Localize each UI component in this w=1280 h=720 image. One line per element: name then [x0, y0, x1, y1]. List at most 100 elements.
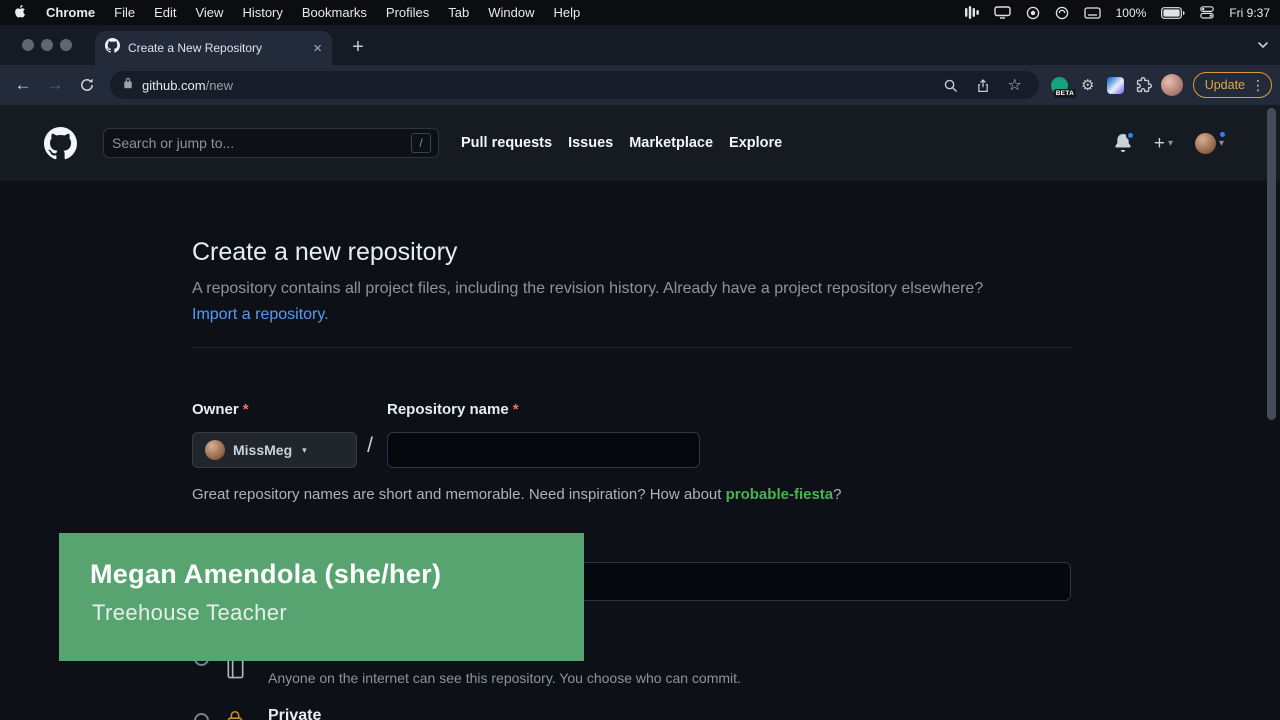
reload-button[interactable]	[72, 70, 102, 100]
keyboard-icon[interactable]	[1084, 7, 1101, 19]
hint-suffix: ?	[833, 486, 841, 503]
lock-icon	[224, 709, 246, 720]
menubar-clock[interactable]: Fri 9:37	[1229, 6, 1270, 20]
speaker-role: Treehouse Teacher	[92, 600, 287, 626]
github-header-actions: + ▾ ▾	[1114, 133, 1224, 154]
update-label: Update	[1205, 78, 1245, 92]
apple-logo-icon[interactable]	[14, 4, 27, 22]
menubar-item-tab[interactable]: Tab	[448, 5, 469, 20]
browser-tab-strip: Create a New Repository × +	[0, 25, 1280, 65]
menubar-item-window[interactable]: Window	[488, 5, 534, 20]
window-close-button[interactable]	[22, 39, 34, 51]
hint-text: Great repository names are short and mem…	[192, 486, 726, 503]
profile-avatar-image	[1161, 74, 1183, 96]
search-shortcut-key: /	[411, 133, 431, 153]
required-asterisk: *	[513, 401, 519, 418]
github-nav: Pull requests Issues Marketplace Explore	[461, 135, 782, 151]
tab-title: Create a New Repository	[128, 41, 305, 55]
url-path: /new	[206, 78, 233, 93]
back-button[interactable]: ←	[8, 70, 38, 100]
nav-explore[interactable]: Explore	[729, 135, 782, 151]
chrome-update-button[interactable]: Update ⋮	[1193, 72, 1272, 98]
battery-percentage: 100%	[1116, 6, 1147, 20]
owner-label: Owner*	[192, 401, 249, 418]
github-search-input[interactable]	[112, 135, 430, 151]
status-circle-icon[interactable]	[1055, 6, 1069, 20]
speaker-caption-overlay: Megan Amendola (she/her) Treehouse Teach…	[59, 533, 584, 661]
private-radio[interactable]	[194, 713, 209, 720]
path-separator: /	[358, 434, 382, 458]
extensions-puzzle-icon[interactable]	[1131, 71, 1157, 99]
padlock-icon[interactable]	[122, 76, 134, 95]
menubar-item-file[interactable]: File	[114, 5, 135, 20]
extension-colorful-icon[interactable]	[1103, 71, 1129, 99]
github-search-box[interactable]: /	[103, 128, 439, 158]
menubar-item-history[interactable]: History	[242, 5, 282, 20]
window-zoom-button[interactable]	[60, 39, 72, 51]
avatar-notification-dot	[1218, 130, 1227, 139]
control-center-icon[interactable]	[1200, 6, 1214, 19]
browser-profile-avatar[interactable]	[1159, 71, 1185, 99]
menubar-menus: Chrome File Edit View History Bookmarks …	[14, 4, 580, 22]
window-minimize-button[interactable]	[41, 39, 53, 51]
import-repository-link[interactable]: Import a repository.	[192, 306, 329, 323]
menubar-app-name[interactable]: Chrome	[46, 5, 95, 20]
menubar-status-area: 100% Fri 9:37	[965, 6, 1270, 20]
user-menu-button[interactable]: ▾	[1195, 133, 1224, 154]
github-header: / Pull requests Issues Marketplace Explo…	[0, 105, 1280, 181]
public-description: Anyone on the internet can see this repo…	[268, 670, 741, 686]
forward-button[interactable]: →	[40, 70, 70, 100]
page-title: Create a new repository	[192, 238, 457, 267]
repo-book-icon	[224, 657, 247, 685]
page-scrollbar-thumb[interactable]	[1267, 108, 1276, 420]
menubar-item-view[interactable]: View	[195, 5, 223, 20]
url-text: github.com/new	[142, 78, 233, 93]
browser-toolbar: ← → github.com/new ☆ BETA ⚙ Update ⋮	[0, 65, 1280, 105]
beta-badge: BETA	[1054, 89, 1076, 98]
share-icon[interactable]	[971, 73, 995, 97]
owner-label-text: Owner	[192, 401, 239, 418]
menubar-item-profiles[interactable]: Profiles	[386, 5, 429, 20]
nav-issues[interactable]: Issues	[568, 135, 613, 151]
battery-icon[interactable]	[1161, 7, 1185, 19]
menubar-item-help[interactable]: Help	[554, 5, 581, 20]
new-tab-button[interactable]: +	[344, 33, 372, 61]
divider	[192, 347, 1072, 348]
github-logo-icon[interactable]	[44, 127, 77, 160]
browser-menu-kebab-icon[interactable]: ⋮	[1251, 77, 1265, 94]
bookmark-star-icon[interactable]: ☆	[1003, 73, 1027, 97]
address-bar[interactable]: github.com/new ☆	[110, 71, 1039, 99]
user-avatar	[1195, 133, 1216, 154]
suggested-name-link[interactable]: probable-fiesta	[726, 486, 834, 503]
github-favicon	[105, 38, 120, 58]
zoom-icon[interactable]	[939, 73, 963, 97]
intro-text: A repository contains all project files,…	[192, 280, 983, 297]
window-manager-icon[interactable]	[965, 6, 979, 19]
extension-gear-icon[interactable]: ⚙	[1075, 71, 1101, 99]
repository-name-label-text: Repository name	[387, 401, 509, 418]
notification-dot	[1126, 131, 1135, 140]
window-controls	[22, 39, 72, 51]
url-domain: github.com	[142, 78, 206, 93]
speaker-name: Megan Amendola (she/her)	[90, 559, 441, 590]
private-visibility-option[interactable]: Private	[192, 705, 1072, 720]
repository-name-input[interactable]	[387, 432, 700, 468]
browser-tab[interactable]: Create a New Repository ×	[95, 31, 332, 65]
screen-record-icon[interactable]	[1026, 6, 1040, 20]
owner-select-button[interactable]: MissMeg ▾	[192, 432, 357, 468]
repository-name-label: Repository name*	[387, 401, 519, 418]
create-new-button[interactable]: + ▾	[1154, 134, 1173, 153]
intro-paragraph: A repository contains all project files,…	[192, 276, 1024, 328]
display-icon[interactable]	[994, 6, 1011, 19]
notifications-button[interactable]	[1114, 134, 1132, 152]
nav-pull-requests[interactable]: Pull requests	[461, 135, 552, 151]
macos-menubar: Chrome File Edit View History Bookmarks …	[0, 0, 1280, 25]
name-suggestion-hint: Great repository names are short and mem…	[192, 486, 841, 503]
menubar-item-bookmarks[interactable]: Bookmarks	[302, 5, 367, 20]
tab-search-chevron-icon[interactable]	[1256, 38, 1270, 57]
menubar-item-edit[interactable]: Edit	[154, 5, 176, 20]
tab-close-icon[interactable]: ×	[313, 41, 322, 56]
chevron-down-icon: ▾	[1219, 138, 1224, 149]
extension-beta-icon[interactable]: BETA	[1047, 71, 1073, 99]
nav-marketplace[interactable]: Marketplace	[629, 135, 713, 151]
